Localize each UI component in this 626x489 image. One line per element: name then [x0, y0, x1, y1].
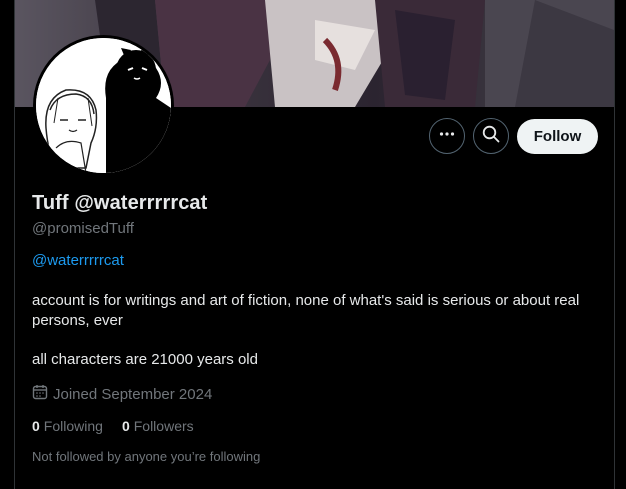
follow-counts: 0 Following 0 Followers: [32, 418, 194, 434]
bio-mention-link[interactable]: @waterrrrrcat: [32, 252, 124, 269]
avatar[interactable]: [36, 38, 171, 173]
avatar-artwork: [36, 38, 171, 173]
search-button[interactable]: [473, 118, 509, 154]
followers-count: 0: [121, 418, 130, 434]
search-icon: [482, 125, 500, 148]
display-name: Tuff @waterrrrrcat: [32, 192, 208, 214]
more-button[interactable]: [429, 118, 465, 154]
following-link[interactable]: 0 Following: [32, 418, 103, 434]
calendar-icon: [32, 384, 48, 404]
follow-button[interactable]: Follow: [517, 119, 598, 154]
followers-link[interactable]: 0 Followers: [122, 418, 194, 434]
avatar-frame[interactable]: [33, 35, 174, 176]
bio-text-2: all characters are 21000 years old: [32, 351, 258, 368]
profile-handle: @promisedTuff: [32, 220, 134, 237]
joined-label: Joined September 2024: [53, 385, 213, 403]
followers-label: Followers: [133, 418, 194, 434]
following-label: Following: [43, 418, 103, 434]
not-followed-notice: Not followed by anyone you’re following: [32, 449, 261, 464]
following-count: 0: [32, 418, 40, 434]
more-icon: [438, 125, 456, 148]
joined-date: Joined September 2024: [32, 384, 212, 404]
bio-text: account is for writings and art of ficti…: [32, 292, 580, 329]
